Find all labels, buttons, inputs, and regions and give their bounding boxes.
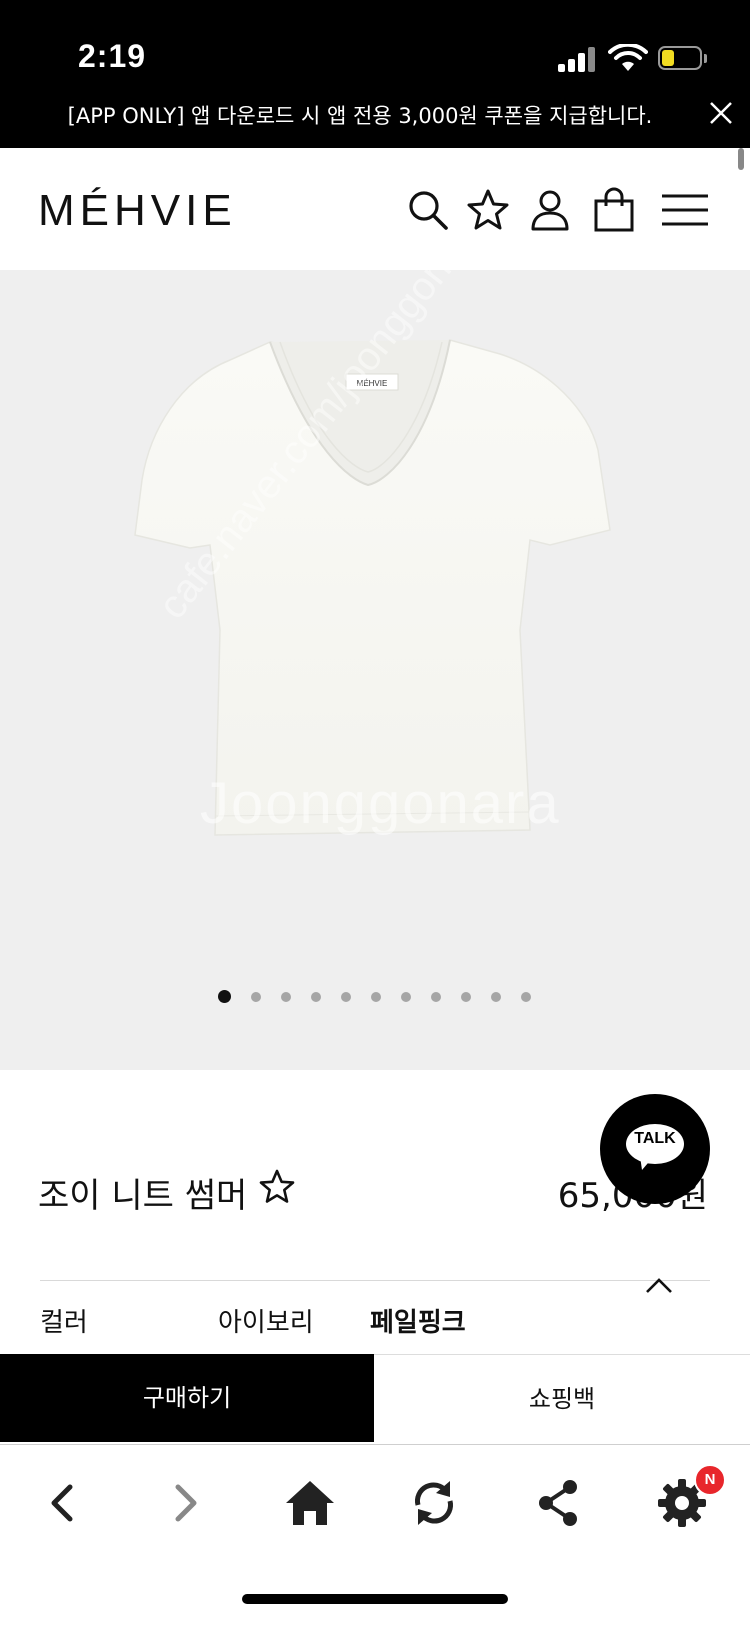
- color-option-pale-pink[interactable]: 페일핑크: [370, 1302, 466, 1339]
- pagination-dot[interactable]: [521, 992, 531, 1002]
- watermark: Joonggonara: [200, 771, 561, 836]
- pagination-dot[interactable]: [401, 992, 411, 1002]
- menu-icon[interactable]: [660, 186, 710, 234]
- color-option-ivory[interactable]: 아이보리: [218, 1302, 314, 1339]
- chat-bubble-tail: [640, 1156, 654, 1170]
- shopping-bag-button[interactable]: 쇼핑백: [374, 1354, 750, 1442]
- divider: [40, 1280, 710, 1281]
- chevron-up-icon[interactable]: [644, 1276, 674, 1296]
- shopping-bag-icon[interactable]: [590, 186, 638, 234]
- pagination-dot[interactable]: [341, 992, 351, 1002]
- wifi-icon: [608, 44, 648, 71]
- forward-icon[interactable]: [158, 1475, 214, 1531]
- refresh-icon[interactable]: [406, 1475, 462, 1531]
- pagination-dot[interactable]: [491, 992, 501, 1002]
- color-option-label: 컬러: [40, 1308, 88, 1338]
- notification-badge: N: [694, 1464, 726, 1496]
- pagination-dot[interactable]: [461, 992, 471, 1002]
- app-coupon-banner[interactable]: [APP ONLY] 앱 다운로드 시 앱 전용 3,000원 쿠폰을 지급합니…: [0, 100, 720, 130]
- home-indicator[interactable]: [242, 1594, 508, 1604]
- pagination-dot[interactable]: [218, 990, 231, 1003]
- status-time: 2:19: [78, 38, 147, 74]
- home-icon[interactable]: [282, 1475, 338, 1531]
- gallery-pagination[interactable]: [0, 990, 750, 1006]
- wishlist-star-icon[interactable]: [258, 1168, 296, 1206]
- kakao-talk-button[interactable]: TALK: [600, 1094, 710, 1204]
- cellular-signal-icon: [558, 46, 598, 72]
- product-name: 조이 니트 썸머: [38, 1176, 248, 1216]
- buy-button[interactable]: 구매하기: [0, 1354, 374, 1442]
- close-icon[interactable]: [706, 98, 736, 128]
- pagination-dot[interactable]: [281, 992, 291, 1002]
- pagination-dot[interactable]: [431, 992, 441, 1002]
- pagination-dot[interactable]: [371, 992, 381, 1002]
- user-icon[interactable]: [526, 186, 574, 234]
- pagination-dot[interactable]: [251, 992, 261, 1002]
- battery-icon: [658, 46, 708, 72]
- scroll-indicator: [738, 148, 744, 170]
- share-icon[interactable]: [530, 1475, 586, 1531]
- search-icon[interactable]: [404, 186, 452, 234]
- brand-logo[interactable]: MÉHVIE: [38, 186, 237, 236]
- back-icon[interactable]: [34, 1475, 90, 1531]
- product-image-gallery[interactable]: MÉHVIE cafe.naver.com/joonggonara Joongg…: [0, 270, 750, 1070]
- talk-label: TALK: [634, 1130, 676, 1147]
- star-icon[interactable]: [464, 186, 512, 234]
- pagination-dot[interactable]: [311, 992, 321, 1002]
